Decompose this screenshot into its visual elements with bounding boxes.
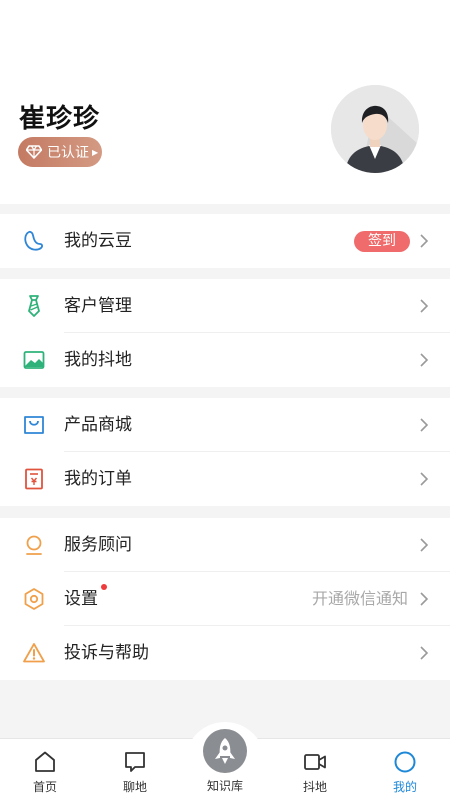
avatar[interactable]: [331, 85, 419, 173]
video-camera-icon: [304, 754, 326, 770]
tab-mine[interactable]: 我的: [360, 739, 450, 800]
landscape-icon: [23, 351, 45, 369]
service-advisor-label: 服务顾问: [64, 535, 132, 555]
rocket-icon: [215, 738, 235, 764]
order-icon: [25, 468, 43, 490]
chevron-right-icon: [420, 646, 429, 660]
complaint-help-row[interactable]: 投诉与帮助: [0, 626, 450, 680]
my-orders-row[interactable]: 我的订单: [0, 452, 450, 506]
chevron-right-icon: [420, 538, 429, 552]
tab-home-label: 首页: [32, 780, 57, 794]
customer-management-label: 客户管理: [64, 296, 132, 316]
gear-icon: [24, 588, 44, 610]
verified-badge[interactable]: 已认证 ▶: [18, 137, 102, 167]
advisor-icon: [26, 535, 42, 555]
sign-in-button[interactable]: 签到: [354, 231, 410, 252]
chevron-right-icon: [420, 592, 429, 606]
tab-chat[interactable]: 聊地: [90, 739, 180, 800]
product-mall-row[interactable]: 产品商城: [0, 398, 450, 452]
warning-icon: [23, 643, 45, 663]
chevron-right-icon: [420, 418, 429, 432]
business-group: 客户管理 我的抖地: [0, 279, 450, 387]
my-orders-label: 我的订单: [64, 469, 132, 489]
tab-chat-label: 聊地: [122, 780, 147, 794]
chevron-right-icon: [420, 472, 429, 486]
shopping-bag-icon: [24, 416, 44, 434]
service-group: 服务顾问 设置 开通微信通知 投诉与帮助: [0, 518, 450, 680]
my-beans-label: 我的云豆: [64, 231, 132, 251]
customer-management-row[interactable]: 客户管理: [0, 279, 450, 333]
mine-circle-icon: [394, 751, 416, 773]
settings-row[interactable]: 设置 开通微信通知: [0, 572, 450, 626]
service-advisor-row[interactable]: 服务顾问: [0, 518, 450, 572]
verified-badge-label: 已认证: [47, 145, 89, 161]
product-mall-label: 产品商城: [64, 415, 132, 435]
notification-dot: [101, 584, 107, 590]
chat-bubble-icon: [125, 752, 145, 772]
tie-icon: [28, 295, 40, 317]
caret-right-icon: ▶: [92, 147, 99, 157]
my-land-label: 我的抖地: [64, 350, 132, 370]
chevron-right-icon: [420, 353, 429, 367]
complaint-help-label: 投诉与帮助: [64, 643, 149, 663]
wechat-notify-hint: 开通微信通知: [311, 589, 408, 608]
shopping-group: 产品商城 我的订单: [0, 398, 450, 506]
chevron-right-icon: [420, 299, 429, 313]
chevron-right-icon: [420, 234, 429, 248]
user-name: 崔珍珍: [19, 104, 101, 134]
settings-label: 设置: [64, 589, 98, 609]
tab-knowledge-label: 知识库: [206, 779, 243, 793]
tab-doudi[interactable]: 抖地: [270, 739, 360, 800]
my-beans-row[interactable]: 我的云豆 签到: [0, 214, 450, 268]
diamond-icon: [26, 145, 42, 159]
beans-group: 我的云豆 签到: [0, 214, 450, 268]
tab-mine-label: 我的: [392, 780, 417, 794]
my-land-row[interactable]: 我的抖地: [0, 333, 450, 387]
tab-home[interactable]: 首页: [0, 739, 90, 800]
avatar-image: [331, 85, 419, 173]
profile-header: 崔珍珍 已认证 ▶: [0, 0, 450, 204]
tab-doudi-label: 抖地: [302, 780, 327, 794]
bean-icon: [24, 230, 43, 251]
tab-knowledge[interactable]: [203, 729, 247, 773]
home-icon: [35, 751, 55, 772]
